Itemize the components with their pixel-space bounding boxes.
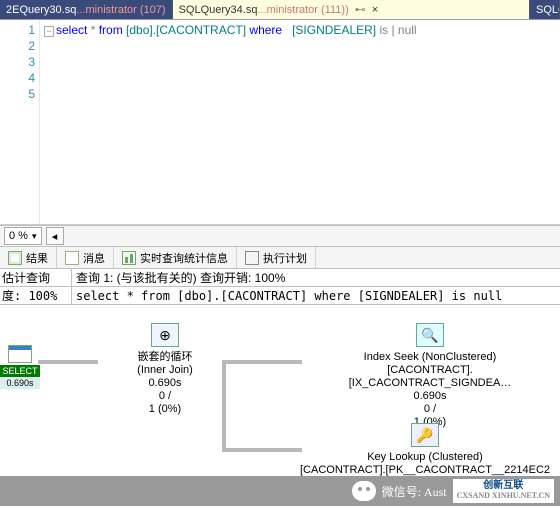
- tab-label: SQLQ: [536, 4, 560, 16]
- chevron-down-icon: ▾: [32, 231, 37, 242]
- tab-label: 2EQuery30.sq: [6, 4, 76, 16]
- plan-progress: 度: 100%: [0, 287, 72, 304]
- code-area[interactable]: −select * from [dbo].[CACONTRACT] where …: [40, 20, 560, 224]
- node-subtitle: (Inner Join): [70, 364, 260, 377]
- node-time: 0.690s: [310, 390, 550, 403]
- tab-query-1[interactable]: 2EQuery30.sq ...ministrator (107): [0, 0, 173, 19]
- zoom-nav-button[interactable]: ◂: [46, 227, 64, 245]
- tab-label: 消息: [83, 250, 105, 266]
- brand-url: CXSAND XINHU.NET.CN: [457, 491, 550, 501]
- line-gutter: 1 2 3 4 5: [0, 20, 40, 224]
- zoom-value: 0 %: [9, 230, 28, 242]
- tab-label: 实时查询统计信息: [140, 250, 228, 266]
- wechat-label: 微信号: Aust: [382, 483, 447, 500]
- tab-results[interactable]: 结果: [0, 247, 57, 268]
- line-number: 1: [0, 22, 35, 38]
- message-icon: [65, 251, 79, 265]
- tab-messages[interactable]: 消息: [57, 247, 114, 268]
- tab-suffix: ...ministrator (107): [76, 4, 165, 16]
- plan-node-nested-loops[interactable]: ⊕ 嵌套的循环 (Inner Join) 0.690s 0 / 1 (0%): [70, 323, 260, 416]
- select-op-icon: [8, 345, 32, 363]
- plan-header-left: 估计查询: [0, 269, 72, 286]
- select-time: 0.690s: [0, 377, 40, 389]
- plan-node-key-lookup[interactable]: 🔑 Key Lookup (Clustered) [CACONTRACT].[P…: [300, 423, 550, 477]
- tab-query-3[interactable]: SQLQ: [530, 0, 560, 19]
- grid-icon: [8, 251, 22, 265]
- line-number: 3: [0, 54, 35, 70]
- tab-live-stats[interactable]: 实时查询统计信息: [114, 247, 237, 268]
- zoom-combo[interactable]: 0 % ▾: [4, 227, 42, 245]
- key-lookup-icon: 🔑: [411, 423, 439, 447]
- close-icon[interactable]: ×: [372, 4, 378, 16]
- plan-node-select[interactable]: SELECT 0.690s: [0, 345, 40, 389]
- plan-node-index-seek[interactable]: 🔍 Index Seek (NonClustered) [CACONTRACT]…: [310, 323, 550, 429]
- plan-header-row-2: 度: 100% select * from [dbo].[CACONTRACT]…: [0, 287, 560, 305]
- editor-tab-bar: 2EQuery30.sq ...ministrator (107) SQLQue…: [0, 0, 560, 20]
- watermark-footer: 微信号: Aust 创新互联 CXSAND XINHU.NET.CN: [0, 476, 560, 506]
- tab-label: 结果: [26, 250, 48, 266]
- select-label: SELECT: [0, 365, 40, 377]
- brand-logo: 创新互联 CXSAND XINHU.NET.CN: [453, 479, 554, 503]
- tab-label: SQLQuery34.sq: [179, 4, 258, 16]
- nested-loops-icon: ⊕: [151, 323, 179, 347]
- line-number: 5: [0, 86, 35, 102]
- sql-editor[interactable]: 1 2 3 4 5 −select * from [dbo].[CACONTRA…: [0, 20, 560, 225]
- plan-header-right: 查询 1: (与该批有关的) 查询开销: 100%: [72, 269, 560, 286]
- brand-cn: 创新互联: [483, 481, 523, 491]
- wechat-icon: [352, 481, 376, 501]
- node-title: Index Seek (NonClustered): [310, 351, 550, 364]
- zoom-toolbar: 0 % ▾ ◂: [0, 225, 560, 247]
- plan-header-row-1: 估计查询 查询 1: (与该批有关的) 查询开销: 100%: [0, 269, 560, 287]
- node-title: 嵌套的循环: [70, 351, 260, 364]
- node-time: 0.690s: [70, 377, 260, 390]
- node-subtitle: [CACONTRACT].[IX_CACONTRACT_SIGNDEA…: [310, 364, 550, 390]
- plan-sql-text: select * from [dbo].[CACONTRACT] where […: [72, 289, 560, 303]
- stats-icon: [122, 251, 136, 265]
- node-pct: 1 (0%): [70, 403, 260, 416]
- pin-icon[interactable]: ⊷: [355, 3, 366, 16]
- node-rows: 0 /: [70, 390, 260, 403]
- tab-label: 执行计划: [263, 250, 307, 266]
- node-rows: 0 /: [310, 403, 550, 416]
- fold-icon[interactable]: −: [44, 26, 54, 37]
- line-number: 4: [0, 70, 35, 86]
- code-line-1: −select * from [dbo].[CACONTRACT] where …: [44, 22, 556, 38]
- tab-suffix: ...ministrator (111)): [257, 4, 348, 16]
- results-tab-bar: 结果 消息 实时查询统计信息 执行计划: [0, 247, 560, 269]
- node-title: Key Lookup (Clustered): [300, 451, 550, 464]
- plan-connector: [222, 448, 302, 452]
- tab-query-2-active[interactable]: SQLQuery34.sq ...ministrator (111)) ⊷ ×: [173, 0, 530, 19]
- tab-execution-plan[interactable]: 执行计划: [237, 247, 316, 268]
- plan-icon: [245, 251, 259, 265]
- execution-plan-canvas[interactable]: SELECT 0.690s ⊕ 嵌套的循环 (Inner Join) 0.690…: [0, 305, 560, 506]
- line-number: 2: [0, 38, 35, 54]
- index-seek-icon: 🔍: [416, 323, 444, 347]
